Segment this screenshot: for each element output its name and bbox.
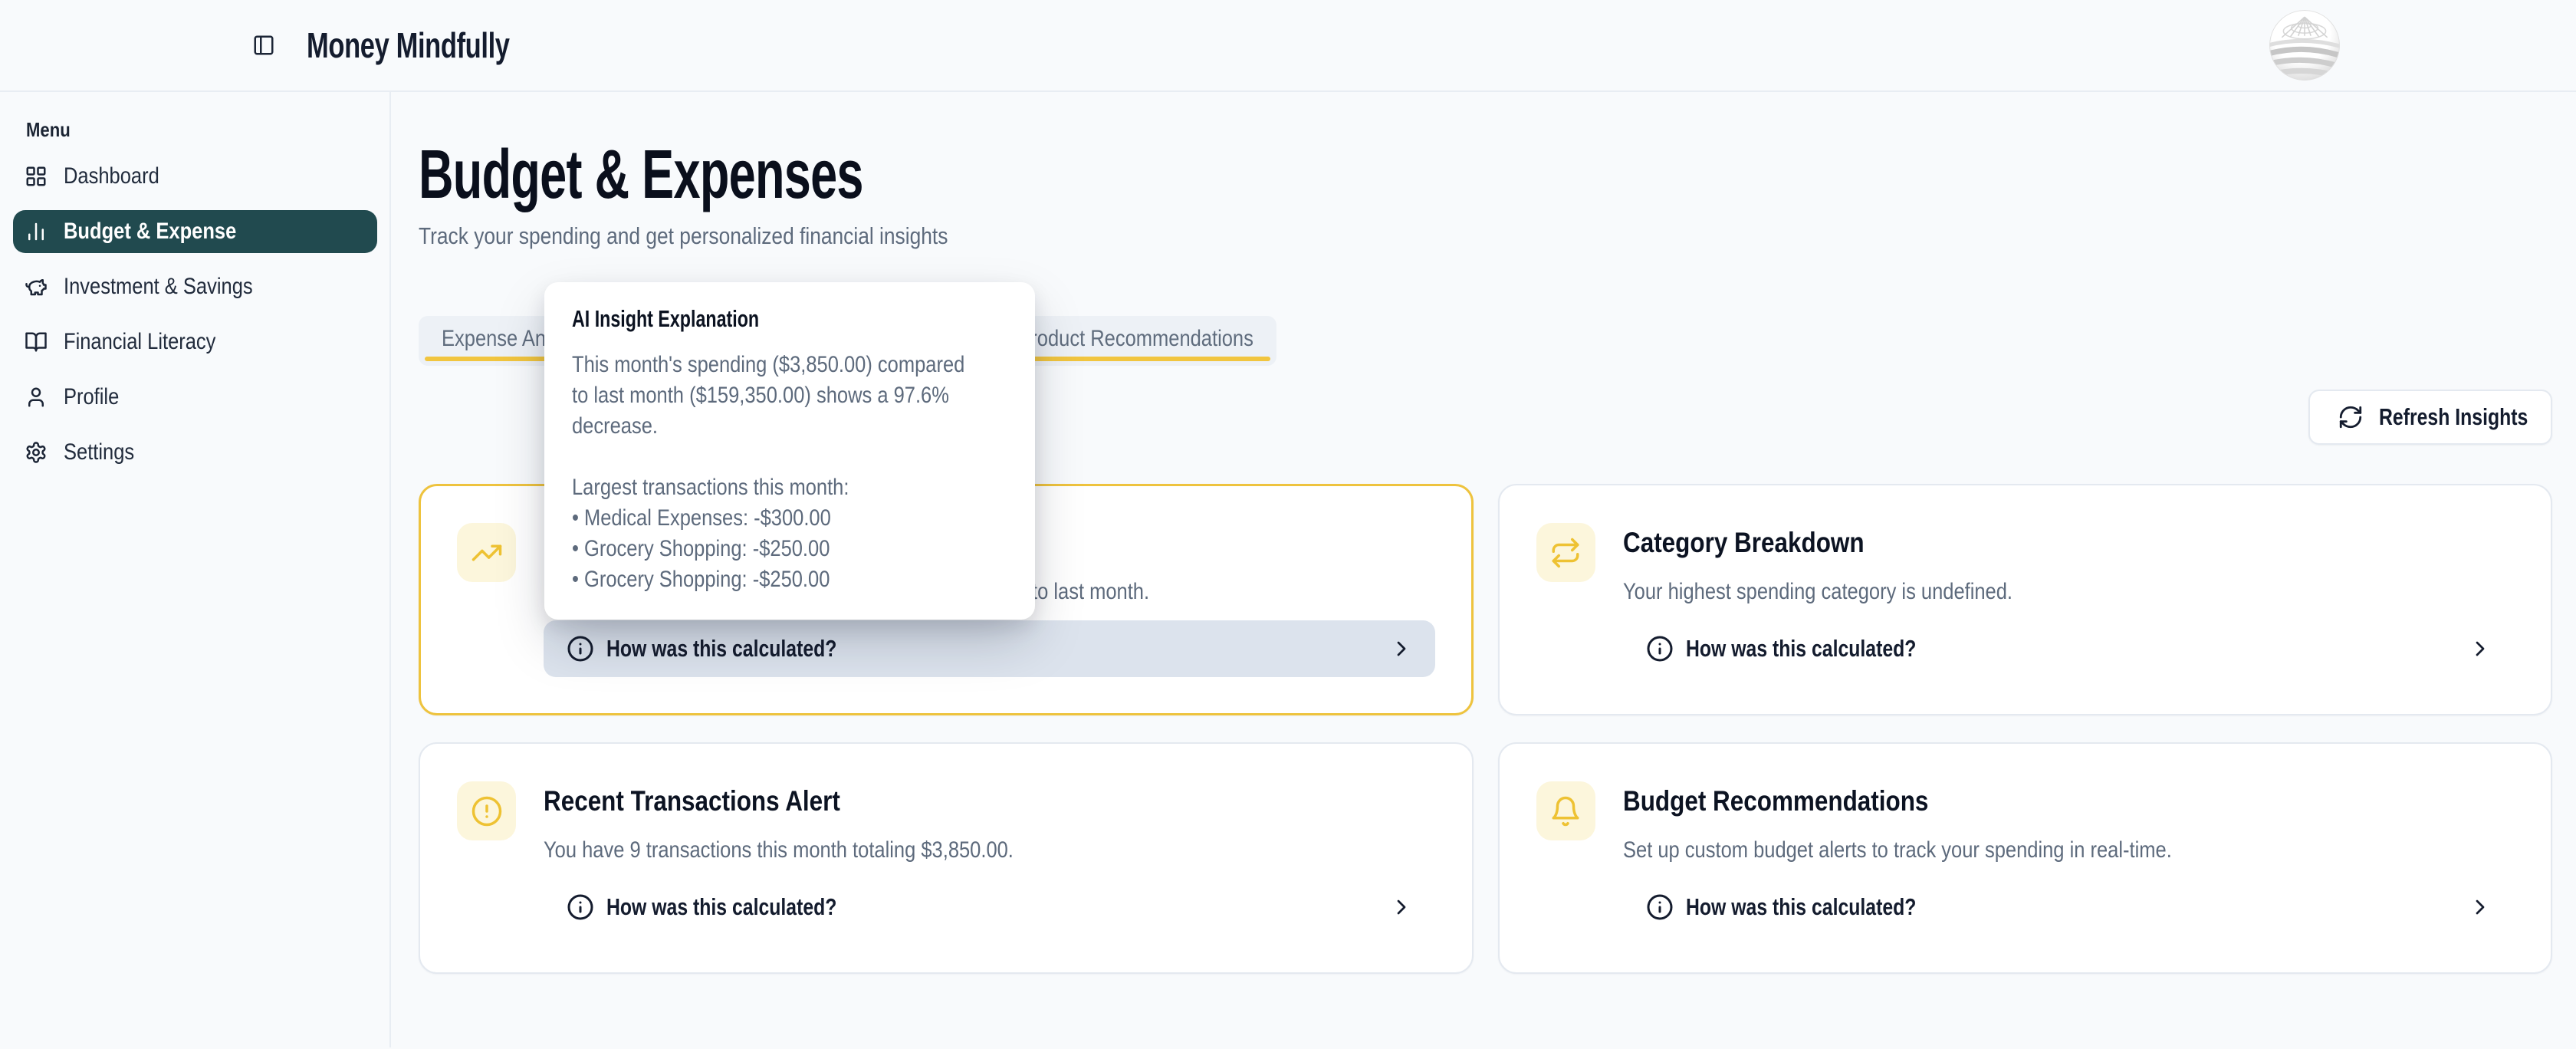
card-body: Set up custom budget alerts to track you…	[1623, 835, 2515, 866]
popover-line: Largest transactions this month:	[572, 472, 1007, 503]
repeat-icon	[1536, 523, 1595, 582]
chevron-right-icon	[2468, 895, 2492, 919]
ai-insight-popover: AI Insight Explanation This month's spen…	[544, 282, 1035, 620]
popover-line: This month's spending ($3,850.00) compar…	[572, 350, 1007, 380]
refresh-insights-button[interactable]: Refresh Insights	[2308, 390, 2552, 445]
sidebar-toggle-button[interactable]	[247, 28, 281, 62]
sidebar: Menu Dashboard Budget & Expense Investme…	[0, 92, 391, 1047]
how-calculated-label: How was this calculated?	[606, 893, 895, 921]
user-icon	[25, 386, 48, 409]
page-subtitle: Track your spending and get personalized…	[419, 221, 2552, 252]
sidebar-item-label: Investment & Savings	[64, 274, 253, 300]
card-budget-recommendations: Budget Recommendations Set up custom bud…	[1498, 742, 2553, 974]
card-content: Budget Recommendations Set up custom bud…	[1623, 781, 2515, 972]
card-title: Budget Recommendations	[1623, 784, 2515, 818]
sidebar-item-dashboard[interactable]: Dashboard	[13, 155, 377, 198]
sidebar-item-investment-savings[interactable]: Investment & Savings	[13, 265, 377, 308]
gear-icon	[25, 441, 48, 464]
card-body: Your highest spending category is undefi…	[1623, 577, 2515, 607]
how-calculated-label: How was this calculated?	[606, 635, 895, 663]
sidebar-item-label: Settings	[64, 439, 134, 465]
trending-up-icon	[457, 523, 516, 582]
sidebar-item-label: Dashboard	[64, 163, 159, 189]
sidebar-nav: Dashboard Budget & Expense Investment & …	[13, 155, 377, 474]
avatar[interactable]	[2269, 10, 2340, 81]
alert-circle-icon	[457, 781, 516, 840]
sidebar-item-budget-expense[interactable]: Budget & Expense	[13, 210, 377, 253]
card-body: You have 9 transactions this month total…	[544, 835, 1435, 866]
how-calculated-label: How was this calculated?	[1686, 635, 1974, 663]
sidebar-item-label: Profile	[64, 384, 119, 410]
popover-line: • Grocery Shopping: -$250.00	[572, 564, 1007, 595]
layout-grid-icon	[25, 165, 48, 188]
card-title: Category Breakdown	[1623, 526, 2515, 560]
chevron-right-icon	[1389, 636, 1414, 661]
how-calculated-button[interactable]: How was this calculated?	[1623, 879, 2515, 936]
bar-chart-icon	[25, 220, 48, 243]
popover-title: AI Insight Explanation	[572, 305, 1007, 333]
menu-label: Menu	[26, 118, 377, 141]
sidebar-item-financial-literacy[interactable]: Financial Literacy	[13, 321, 377, 363]
popover-line: to last month ($159,350.00) shows a 97.6…	[572, 380, 1007, 411]
sidebar-item-settings[interactable]: Settings	[13, 431, 377, 474]
card-category-breakdown: Category Breakdown Your highest spending…	[1498, 484, 2553, 715]
card-recent-transactions: Recent Transactions Alert You have 9 tra…	[419, 742, 1474, 974]
chevron-right-icon	[1389, 895, 1414, 919]
chevron-right-icon	[2468, 636, 2492, 661]
popover-line: • Grocery Shopping: -$250.00	[572, 534, 1007, 564]
info-icon	[1646, 893, 1674, 921]
popover-paragraph-gap	[572, 442, 1007, 472]
app-title: Money Mindfully	[307, 25, 577, 66]
refresh-insights-label: Refresh Insights	[2379, 403, 2565, 431]
how-calculated-button[interactable]: How was this calculated?	[544, 620, 1435, 677]
book-open-icon	[25, 330, 48, 354]
popover-line: decrease.	[572, 411, 1007, 442]
how-calculated-button[interactable]: How was this calculated?	[544, 879, 1435, 936]
how-calculated-button[interactable]: How was this calculated?	[1623, 620, 2515, 677]
refresh-icon	[2338, 404, 2364, 430]
sidebar-item-label: Budget & Expense	[64, 219, 236, 245]
bell-icon	[1536, 781, 1595, 840]
card-title: Recent Transactions Alert	[544, 784, 1435, 818]
how-calculated-label: How was this calculated?	[1686, 893, 1974, 921]
topbar: Money Mindfully	[0, 0, 2576, 92]
card-content: Category Breakdown Your highest spending…	[1623, 523, 2515, 714]
piggy-bank-icon	[25, 275, 48, 298]
info-icon	[567, 635, 594, 663]
sidebar-item-label: Financial Literacy	[64, 329, 215, 355]
info-icon	[1646, 635, 1674, 663]
popover-body: This month's spending ($3,850.00) compar…	[572, 350, 1007, 595]
panel-left-icon	[252, 34, 275, 57]
popover-line: • Medical Expenses: -$300.00	[572, 503, 1007, 534]
info-icon	[567, 893, 594, 921]
card-content: Recent Transactions Alert You have 9 tra…	[544, 781, 1435, 972]
sidebar-item-profile[interactable]: Profile	[13, 376, 377, 419]
page-title: Budget & Expenses	[419, 141, 2552, 209]
